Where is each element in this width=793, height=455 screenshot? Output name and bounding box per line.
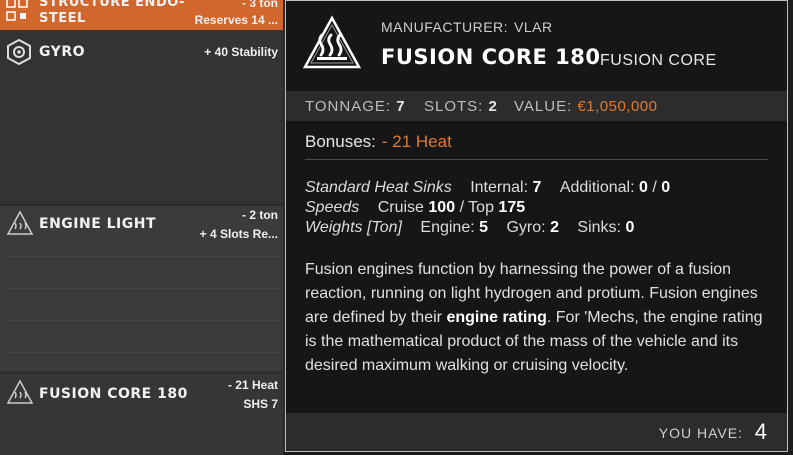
divider	[305, 159, 768, 160]
divider	[4, 256, 280, 257]
list-item-fusion-core-180[interactable]: FUSION CORE 180 - 21 Heat SHS 7	[0, 374, 283, 455]
bonus-value: - 21 Heat	[381, 132, 452, 151]
manufacturer-label: MANUFACTURER:	[381, 19, 509, 35]
weights-line: Weights [Ton] Engine: 5 Gyro: 2 Sinks: 0	[305, 219, 635, 236]
item-description: Fusion engines function by harnessing th…	[305, 261, 763, 374]
you-have-count: 4	[754, 419, 767, 444]
item-tooltip: MANUFACTURER: VLAR FUSION CORE 180 FUSION…	[285, 0, 788, 452]
tonnage-stat: TONNAGE: 7	[305, 98, 406, 115]
item-name: FUSION CORE 180	[381, 45, 601, 69]
divider	[4, 320, 280, 321]
heat-triangle-icon	[6, 210, 34, 235]
component-list: STRUCTURE ENDO- STEEL - 3 ton Reserves 1…	[0, 0, 283, 455]
checkbox-grid-icon	[6, 0, 28, 21]
engine-specs: Standard Heat Sinks Internal: 7 Addition…	[305, 178, 670, 238]
value-stat: VALUE: €1,050,000	[514, 98, 658, 115]
item-type: FUSION CORE	[600, 52, 717, 69]
speeds-line: Speeds Cruise 100 / Top 175	[305, 199, 526, 216]
row-stats: - 21 Heat SHS 7	[227, 378, 278, 411]
row-stats: - 3 ton Reserves 14 ...	[194, 0, 278, 27]
background-edge	[788, 0, 793, 455]
list-item-gyro[interactable]: GYRO + 40 Stability	[0, 30, 283, 205]
divider	[4, 352, 280, 353]
heat-triangle-icon	[302, 15, 362, 69]
bonuses: Bonuses: - 21 Heat	[305, 132, 452, 151]
stat-bar: TONNAGE: 7 SLOTS: 2 VALUE: €1,050,000	[286, 91, 787, 121]
manufacturer-value: VLAR	[514, 19, 553, 35]
row-title: STRUCTURE ENDO- STEEL	[39, 0, 185, 26]
gyro-hex-icon	[7, 39, 31, 65]
row-title: FUSION CORE 180	[39, 386, 188, 402]
manufacturer: MANUFACTURER: VLAR	[381, 19, 553, 35]
row-stats: + 40 Stability	[204, 45, 278, 59]
row-title: ENGINE LIGHT	[39, 216, 157, 232]
row-stats: - 2 ton + 4 Slots Re...	[199, 208, 278, 241]
row-title: GYRO	[39, 44, 86, 60]
you-have-label: YOU HAVE:	[658, 425, 743, 441]
list-item-structure-endo-steel[interactable]: STRUCTURE ENDO- STEEL - 3 ton Reserves 1…	[0, 0, 283, 30]
divider	[4, 288, 280, 289]
heat-triangle-icon	[6, 379, 34, 404]
list-item-engine-light[interactable]: ENGINE LIGHT - 2 ton + 4 Slots Re...	[0, 206, 283, 371]
owned-count-bar: YOU HAVE: 4	[286, 413, 787, 451]
slots-stat: SLOTS: 2	[424, 98, 498, 115]
heat-sinks-line: Standard Heat Sinks Internal: 7 Addition…	[305, 179, 671, 196]
